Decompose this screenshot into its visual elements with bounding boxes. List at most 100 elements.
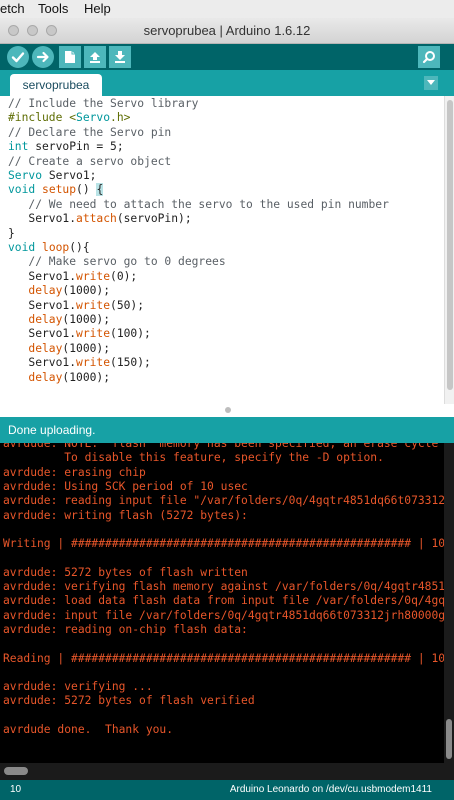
console-output[interactable]: avrdude: NOTE: "flash" memory has been s… [0, 443, 444, 763]
divider-handle-icon[interactable] [225, 407, 231, 413]
code-line: void setup() { [8, 183, 104, 197]
console-line: avrdude: erasing chip [3, 465, 146, 479]
console-line: Writing | ##############################… [3, 537, 444, 551]
code-token: delay [28, 313, 63, 326]
code-line: void loop(){ [8, 241, 90, 255]
code-token: write [76, 356, 111, 370]
code-token: (1000); [62, 313, 111, 326]
code-token: (150); [110, 356, 151, 370]
console-line: avrdude: NOTE: "flash" memory has been s… [3, 443, 444, 450]
console-line: avrdude: verifying ... [3, 680, 153, 694]
editor-scroll-thumb[interactable] [447, 100, 453, 390]
console-line: avrdude: writing flash (5272 bytes): [3, 508, 248, 522]
code-token: Servo1. [8, 212, 77, 226]
code-token: .h> [110, 111, 131, 125]
code-token: (1000); [62, 370, 111, 384]
code-token: { [96, 183, 104, 197]
code-line: Servo1.write(150); [8, 356, 151, 370]
console-line: avrdude: reading input file "/var/folder… [3, 494, 444, 508]
code-line: delay(1000); [8, 342, 110, 356]
code-token: (servoPin); [116, 212, 192, 226]
code-token: write [76, 298, 111, 312]
code-token: setup [42, 183, 77, 197]
new-button[interactable] [59, 46, 81, 68]
code-token: // Create a servo object [8, 154, 172, 168]
console-line: To disable this feature, specify the -D … [3, 451, 384, 465]
console-line: avrdude: 5272 bytes of flash verified [3, 694, 255, 708]
console-line: avrdude: 5272 bytes of flash written [3, 565, 248, 579]
save-icon [115, 51, 125, 63]
code-line: // Declare the Servo pin [8, 126, 171, 140]
code-line: Servo1.write(100); [8, 327, 151, 341]
magnifier-icon [422, 51, 435, 64]
code-token: write [76, 269, 111, 283]
code-line: // We need to attach the servo to the us… [8, 198, 388, 212]
code-line: Servo Servo1; [8, 169, 96, 183]
new-icon [65, 51, 75, 63]
code-token: Servo1. [8, 356, 77, 370]
code-line: delay(1000); [8, 313, 110, 327]
menu-sketch[interactable]: etch [0, 0, 25, 18]
code-token: #include < [8, 111, 77, 125]
menu-help[interactable]: Help [84, 0, 111, 18]
code-token: Servo1. [8, 327, 77, 341]
verify-button[interactable] [7, 46, 29, 68]
code-token: } [8, 226, 15, 240]
code-editor[interactable]: // Include the Servo library #include <Se… [0, 96, 444, 410]
code-token: servoPin = 5; [28, 140, 124, 154]
window-title-bar: servoprubea | Arduino 1.6.12 [0, 18, 454, 44]
code-token: // Declare the Servo pin [8, 125, 172, 139]
code-token: void [8, 241, 36, 254]
code-token: int [8, 140, 29, 154]
code-token: Servo [76, 111, 111, 125]
tab-menu-button[interactable] [424, 76, 438, 90]
tab-servoprubea[interactable]: servoprubea [10, 74, 102, 96]
console-line: Reading | ##############################… [3, 651, 444, 665]
menu-bar: etch Tools Help [0, 0, 454, 18]
open-button[interactable] [84, 46, 106, 68]
code-token: delay [28, 341, 63, 355]
code-token: (){ [69, 241, 90, 254]
code-token: // Include the Servo library [8, 97, 199, 110]
code-line: int servoPin = 5; [8, 140, 124, 154]
console-line: avrdude: verifying flash memory against … [3, 580, 444, 593]
code-line: Servo1.write(50); [8, 299, 144, 313]
upload-button[interactable] [32, 46, 54, 68]
code-token: Servo [8, 169, 43, 182]
tab-strip: servoprubea [0, 70, 454, 96]
console-line: avrdude: load data flash data from input… [3, 594, 444, 608]
code-token: (50); [110, 298, 145, 312]
line-number: 10 [10, 784, 22, 795]
window-title: servoprubea | Arduino 1.6.12 [143, 23, 311, 38]
menu-tools[interactable]: Tools [38, 0, 68, 18]
console-horizontal-scroll-thumb[interactable] [4, 767, 28, 775]
status-bar: Done uploading. [0, 417, 454, 443]
editor-scrollbar[interactable] [444, 96, 454, 410]
code-token: delay [28, 370, 63, 384]
code-line: Servo1.write(0); [8, 270, 137, 284]
console-scrollbar[interactable] [444, 443, 454, 763]
console-scroll-thumb[interactable] [446, 719, 452, 759]
pane-divider[interactable] [0, 404, 454, 417]
open-icon [90, 52, 100, 63]
status-message: Done uploading. [8, 423, 96, 437]
toolbar [0, 44, 454, 70]
code-token: attach [76, 212, 117, 226]
console-line: avrdude done. Thank you. [3, 723, 174, 736]
code-token: void [8, 183, 36, 197]
code-token: (100); [110, 327, 151, 341]
serial-monitor-button[interactable] [418, 46, 440, 68]
console-horizontal-scrollbar[interactable] [0, 763, 454, 780]
code-line: // Make servo go to 0 degrees [8, 255, 225, 269]
verify-icon [11, 52, 25, 63]
code-line: Servo1.attach(servoPin); [8, 212, 192, 226]
code-token: loop [42, 241, 70, 254]
save-button[interactable] [109, 46, 131, 68]
code-line: delay(1000); [8, 284, 110, 298]
